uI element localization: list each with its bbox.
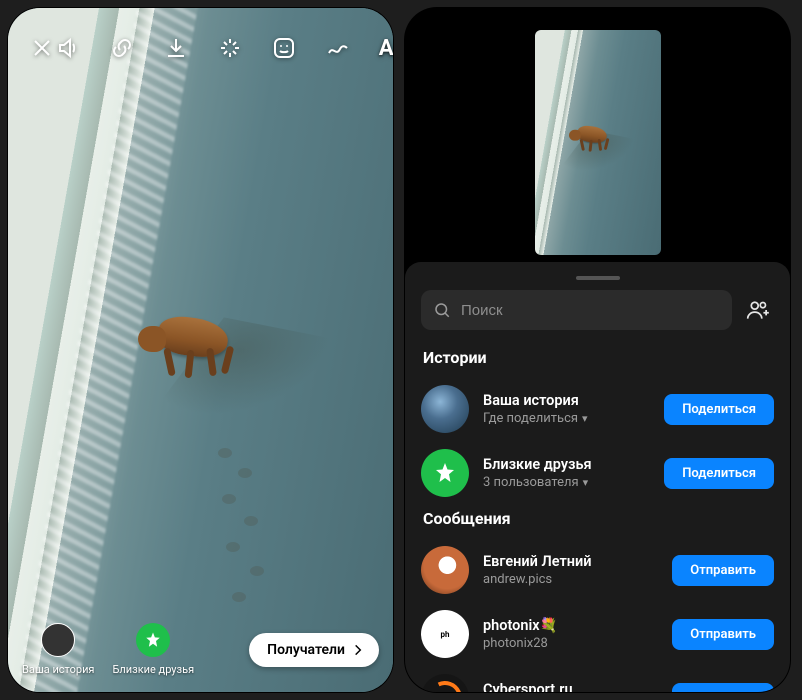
- close-friends-label: Близкие друзья: [112, 663, 194, 676]
- dog: [138, 298, 258, 388]
- draw-icon[interactable]: [324, 34, 352, 62]
- message-row: Евгений Летний andrew.pics Отправить: [405, 538, 790, 602]
- share-button[interactable]: Поделиться: [664, 394, 774, 425]
- search-row: [405, 290, 790, 330]
- chevron-down-icon: ▾: [582, 412, 588, 425]
- row-subtitle: andrew.pics: [483, 572, 658, 587]
- search-icon: [433, 301, 451, 319]
- your-story-target[interactable]: Ваша история: [22, 623, 94, 676]
- add-group-icon: [745, 297, 771, 323]
- close-friends-target[interactable]: Близкие друзья: [112, 623, 194, 676]
- message-row: ph photonix💐 photonix28 Отправить: [405, 602, 790, 666]
- editor-bottom-bar: Ваша история Близкие друзья Получатели: [8, 623, 393, 676]
- text-icon[interactable]: Aa: [378, 34, 393, 62]
- row-subtitle[interactable]: 3 пользователя ▾: [483, 475, 650, 490]
- editor-top-toolbar: Aa: [8, 26, 393, 70]
- sheet-drag-handle[interactable]: [576, 276, 620, 280]
- sound-icon[interactable]: [54, 34, 82, 62]
- story-editor-screen: Aa Ваша история Близкие друзья Получател…: [8, 8, 393, 692]
- share-sheet: Истории Ваша история Где поделиться ▾ По…: [405, 262, 790, 692]
- chevron-right-icon: [351, 643, 365, 657]
- stories-section-title: Истории: [405, 344, 790, 377]
- send-button[interactable]: Отправить: [672, 619, 774, 650]
- link-icon[interactable]: [108, 34, 136, 62]
- search-box[interactable]: [421, 290, 732, 330]
- story-row-your-story: Ваша история Где поделиться ▾ Поделиться: [405, 377, 790, 441]
- your-story-avatar: [421, 385, 469, 433]
- create-group-button[interactable]: [742, 294, 774, 326]
- effects-icon[interactable]: [216, 34, 244, 62]
- story-preview: [405, 8, 790, 262]
- row-subtitle[interactable]: Где поделиться ▾: [483, 411, 650, 426]
- send-button[interactable]: Отправить: [672, 683, 774, 693]
- user-avatar: [421, 674, 469, 692]
- close-icon[interactable]: [30, 34, 54, 62]
- row-title: photonix💐: [483, 617, 658, 634]
- your-story-avatar: [41, 623, 75, 657]
- chevron-down-icon: ▾: [583, 476, 589, 489]
- row-title: Близкие друзья: [483, 456, 650, 473]
- row-subtitle: photonix28: [483, 636, 658, 651]
- recipients-label: Получатели: [267, 642, 345, 658]
- your-story-label: Ваша история: [22, 663, 94, 676]
- story-row-close-friends: Близкие друзья 3 пользователя ▾ Поделить…: [405, 441, 790, 505]
- download-icon[interactable]: [162, 34, 190, 62]
- recipients-button[interactable]: Получатели: [249, 633, 379, 667]
- send-button[interactable]: Отправить: [672, 555, 774, 586]
- user-avatar: [421, 546, 469, 594]
- close-friends-avatar: [136, 623, 170, 657]
- share-button[interactable]: Поделиться: [664, 458, 774, 489]
- messages-section-title: Сообщения: [405, 505, 790, 538]
- story-preview-thumb[interactable]: [535, 30, 661, 255]
- row-title: Cybersport.ru: [483, 681, 658, 692]
- message-row: Cybersport.ru cyber_ru Отправить: [405, 666, 790, 692]
- close-friends-avatar: [421, 449, 469, 497]
- sticker-icon[interactable]: [270, 34, 298, 62]
- share-sheet-screen: Истории Ваша история Где поделиться ▾ По…: [405, 8, 790, 692]
- row-title: Евгений Летний: [483, 553, 658, 570]
- user-avatar: ph: [421, 610, 469, 658]
- row-title: Ваша история: [483, 392, 650, 409]
- search-input[interactable]: [461, 302, 720, 319]
